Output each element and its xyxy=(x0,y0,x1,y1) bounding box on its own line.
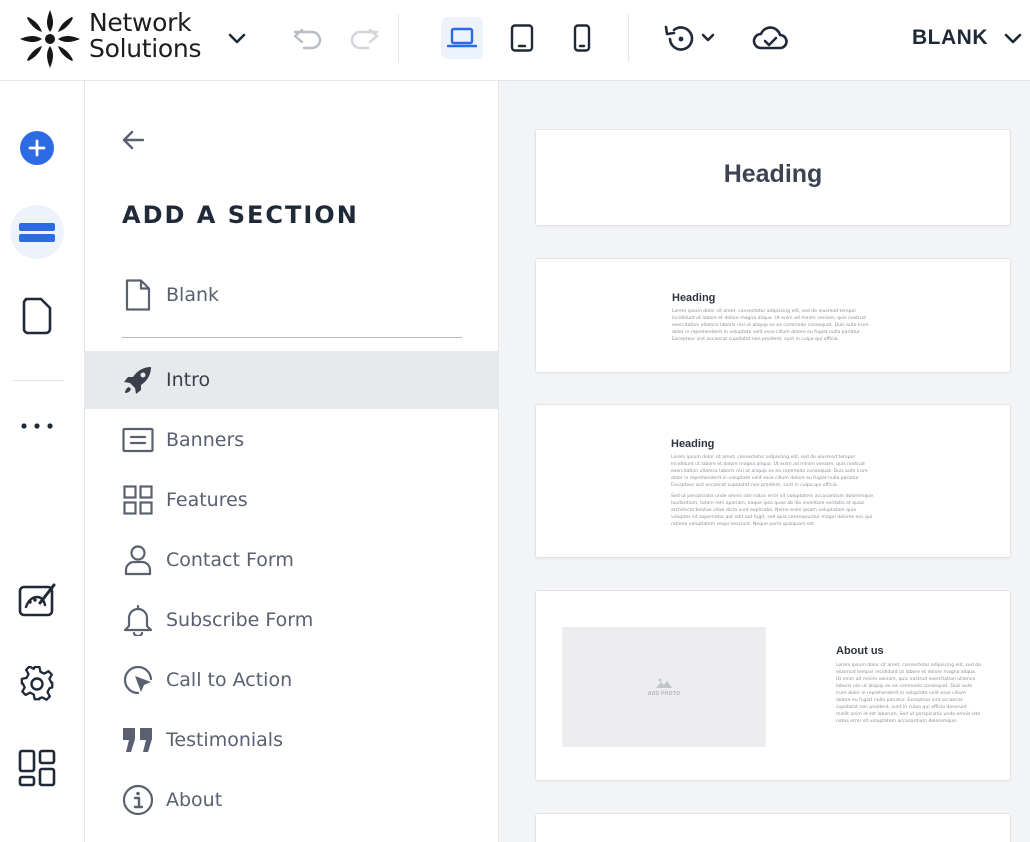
template-body-text: Lorem ipsum dolor sit amet, consectetur … xyxy=(672,309,869,342)
section-item-label: Call to Action xyxy=(166,669,293,691)
section-template-card[interactable]: ADD PHOTO About us Lorem ipsum dolor sit… xyxy=(535,590,1011,781)
quote-icon xyxy=(121,723,155,757)
add-section-panel: ADD A SECTION Blank Intro Banners Featur… xyxy=(85,81,499,842)
brand-line-2: Solutions xyxy=(89,34,202,63)
template-body-text: Lorem ipsum dolor sit amet, consectetur … xyxy=(836,663,981,724)
section-item-label: Contact Form xyxy=(166,549,294,571)
blank-page-icon xyxy=(121,278,155,312)
design-button[interactable] xyxy=(10,573,64,627)
more-button[interactable] xyxy=(10,399,64,453)
panel-divider xyxy=(122,337,462,338)
section-item-label: Intro xyxy=(166,369,211,391)
apps-button[interactable] xyxy=(10,741,64,795)
page-selector[interactable]: BLANK xyxy=(912,24,1024,52)
section-item-label: Subscribe Form xyxy=(166,609,314,631)
pages-button[interactable] xyxy=(10,289,64,343)
section-template-card[interactable]: Heading xyxy=(535,129,1011,226)
section-item-label: Banners xyxy=(166,429,245,451)
design-icon xyxy=(18,583,56,617)
apps-icon xyxy=(18,749,56,787)
section-item-subscribe-form[interactable]: Subscribe Form xyxy=(85,591,499,649)
toolbar-divider xyxy=(628,14,629,62)
section-item-features[interactable]: Features xyxy=(85,471,499,529)
rocket-icon xyxy=(121,363,155,397)
section-item-label: Features xyxy=(166,489,248,511)
mobile-icon xyxy=(573,24,591,52)
section-item-call-to-action[interactable]: Call to Action xyxy=(85,651,499,709)
section-item-blank[interactable]: Blank xyxy=(85,266,499,324)
template-heading: Heading xyxy=(671,438,715,450)
pages-icon xyxy=(22,297,52,335)
add-photo-label: ADD PHOTO xyxy=(647,691,681,697)
section-item-testimonials[interactable]: Testimonials xyxy=(85,711,499,769)
grid-icon xyxy=(121,483,155,517)
chevron-down-icon xyxy=(1004,33,1022,44)
desktop-icon xyxy=(447,27,477,48)
bell-icon xyxy=(121,603,155,637)
photo-placeholder: ADD PHOTO xyxy=(562,627,766,747)
cloud-save-icon[interactable] xyxy=(752,24,788,54)
section-item-label: Testimonials xyxy=(166,729,283,751)
info-icon xyxy=(121,783,155,817)
section-item-intro[interactable]: Intro xyxy=(85,351,499,409)
page-selector-label: BLANK xyxy=(912,26,988,49)
template-heading: Heading xyxy=(723,160,823,188)
tablet-icon xyxy=(510,24,534,52)
sections-button[interactable] xyxy=(10,205,64,259)
desktop-view-button[interactable] xyxy=(441,17,483,59)
left-rail xyxy=(0,81,85,842)
template-body-text: Lorem ipsum dolor sit amet, consectetur … xyxy=(671,455,868,488)
template-heading: Heading xyxy=(672,292,716,304)
section-item-banners[interactable]: Banners xyxy=(85,411,499,469)
template-body-text: Sed ut perspiciatis unde omnis iste natu… xyxy=(671,494,874,527)
undo-icon[interactable] xyxy=(292,24,324,52)
banner-icon xyxy=(121,423,155,457)
mobile-view-button[interactable] xyxy=(561,17,603,59)
person-icon xyxy=(121,543,155,577)
panel-title: ADD A SECTION xyxy=(122,201,359,229)
section-template-card[interactable] xyxy=(535,813,1011,842)
top-bar: Network Solutions BLANK xyxy=(0,0,1030,81)
section-item-label: About xyxy=(166,789,223,811)
chevron-down-icon[interactable] xyxy=(225,26,249,50)
image-icon xyxy=(656,678,672,688)
settings-icon xyxy=(20,666,54,701)
section-template-card[interactable]: Heading Lorem ipsum dolor sit amet, cons… xyxy=(535,258,1011,373)
brand-line-1: Network xyxy=(89,8,192,37)
section-item-label: Blank xyxy=(166,284,220,306)
rail-divider xyxy=(12,380,64,381)
template-heading: About us xyxy=(836,645,884,657)
history-icon[interactable] xyxy=(662,22,720,56)
redo-icon[interactable] xyxy=(348,24,380,52)
back-arrow-icon[interactable] xyxy=(121,127,147,153)
brand-name: Network Solutions xyxy=(89,10,201,62)
section-preview-area: Heading Heading Lorem ipsum dolor sit am… xyxy=(499,81,1030,842)
network-solutions-logo[interactable] xyxy=(18,8,82,70)
section-template-card[interactable]: Heading Lorem ipsum dolor sit amet, cons… xyxy=(535,404,1011,558)
more-icon xyxy=(21,423,53,429)
add-icon xyxy=(20,131,54,165)
settings-button[interactable] xyxy=(10,657,64,711)
section-item-about[interactable]: About xyxy=(85,771,499,829)
add-button[interactable] xyxy=(10,121,64,175)
section-item-contact-form[interactable]: Contact Form xyxy=(85,531,499,589)
toolbar-divider xyxy=(398,14,399,62)
tablet-view-button[interactable] xyxy=(501,17,543,59)
sections-icon xyxy=(19,223,55,242)
cursor-click-icon xyxy=(121,663,155,697)
